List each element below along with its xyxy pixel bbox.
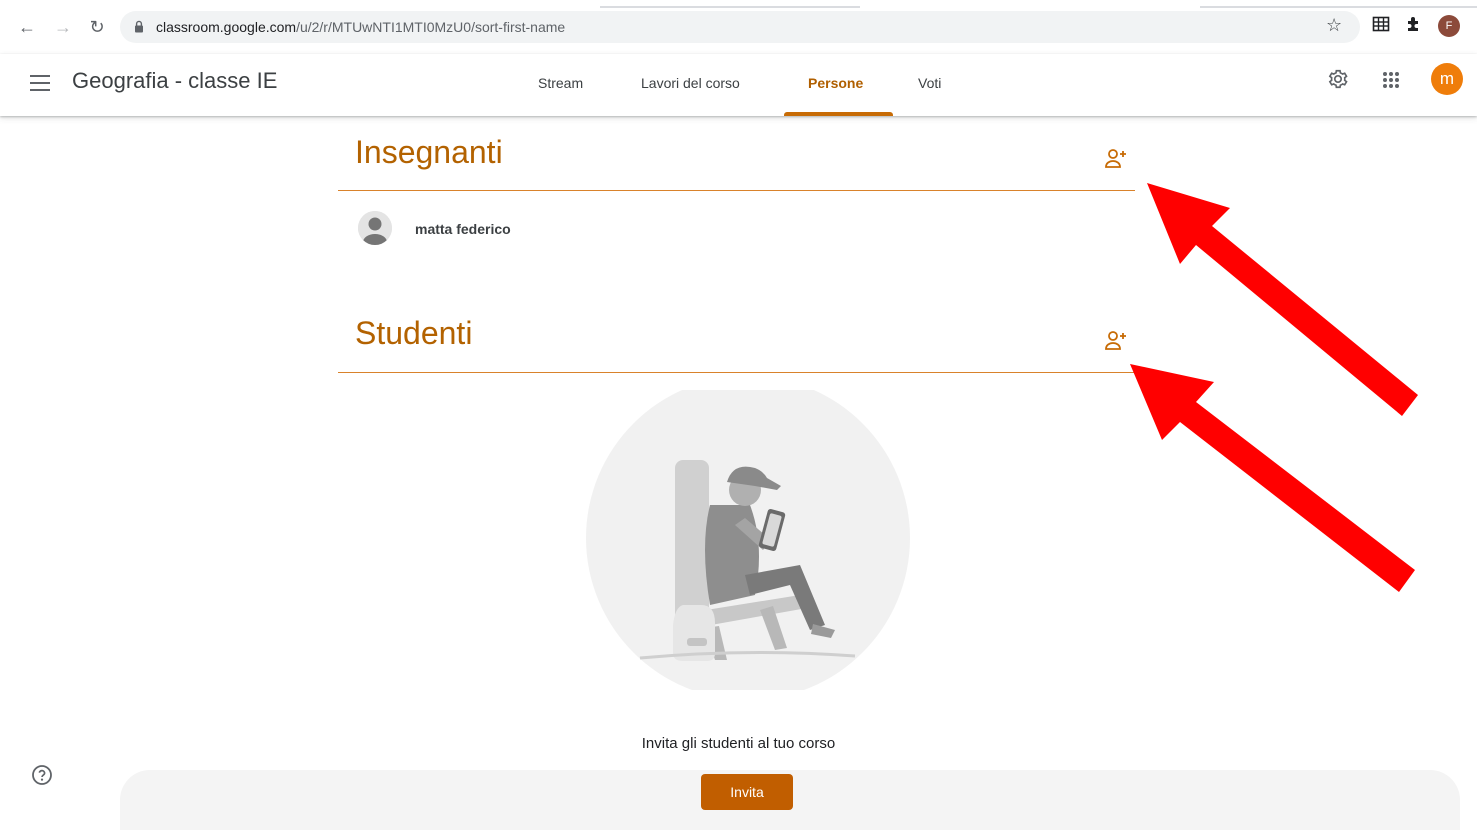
- class-title[interactable]: Geografia - classe IE: [72, 68, 277, 94]
- star-icon[interactable]: ☆: [1326, 15, 1342, 36]
- active-tab-indicator: [784, 112, 893, 116]
- tab-persone[interactable]: Persone: [808, 75, 863, 91]
- help-icon[interactable]: [31, 764, 53, 786]
- browser-toolbar: ← → ↻ classroom.google.com/u/2/r/MTUwNTI…: [0, 0, 1477, 55]
- url-text[interactable]: classroom.google.com/u/2/r/MTUwNTI1MTI0M…: [156, 19, 565, 35]
- add-person-icon[interactable]: [1104, 148, 1130, 170]
- default-avatar-icon: [358, 211, 392, 245]
- forward-arrow-icon[interactable]: →: [52, 16, 74, 38]
- address-bar[interactable]: classroom.google.com/u/2/r/MTUwNTI1MTI0M…: [120, 11, 1360, 43]
- add-person-icon[interactable]: [1104, 330, 1130, 352]
- invite-button[interactable]: Invita: [701, 774, 793, 810]
- teachers-section-title: Insegnanti: [355, 134, 503, 170]
- settings-gear-icon[interactable]: [1327, 68, 1349, 90]
- app-header: Geografia - classe IE Stream Lavori del …: [0, 54, 1477, 116]
- url-host: classroom.google.com: [156, 19, 297, 35]
- menu-icon[interactable]: [30, 75, 50, 91]
- browser-profile-avatar[interactable]: F: [1438, 15, 1460, 37]
- teacher-name: matta federico: [415, 221, 511, 237]
- grid-extension-icon[interactable]: [1372, 15, 1390, 33]
- puzzle-extension-icon[interactable]: [1405, 15, 1423, 33]
- url-path: /u/2/r/MTUwNTI1MTI0MzU0/sort-first-name: [296, 19, 566, 35]
- invite-students-message: Invita gli studenti al tuo corso: [641, 735, 836, 752]
- tab-voti[interactable]: Voti: [918, 75, 941, 91]
- reload-icon[interactable]: ↻: [86, 16, 108, 38]
- empty-students-illustration: [586, 390, 910, 690]
- apps-grid-icon[interactable]: [1382, 71, 1400, 89]
- students-divider: [338, 372, 1135, 373]
- red-arrow-to-students-add: [1130, 364, 1415, 592]
- red-arrow-to-teachers-add: [1147, 183, 1418, 416]
- tab-stream[interactable]: Stream: [538, 75, 583, 91]
- tab-lavori-del-corso[interactable]: Lavori del corso: [641, 75, 740, 91]
- account-avatar[interactable]: m: [1431, 63, 1463, 95]
- teachers-divider: [338, 190, 1135, 191]
- tab-strip: [0, 0, 1477, 8]
- students-section-title: Studenti: [355, 315, 473, 351]
- back-arrow-icon[interactable]: ←: [16, 16, 38, 38]
- avatar: [358, 211, 392, 245]
- lock-icon: [135, 20, 143, 33]
